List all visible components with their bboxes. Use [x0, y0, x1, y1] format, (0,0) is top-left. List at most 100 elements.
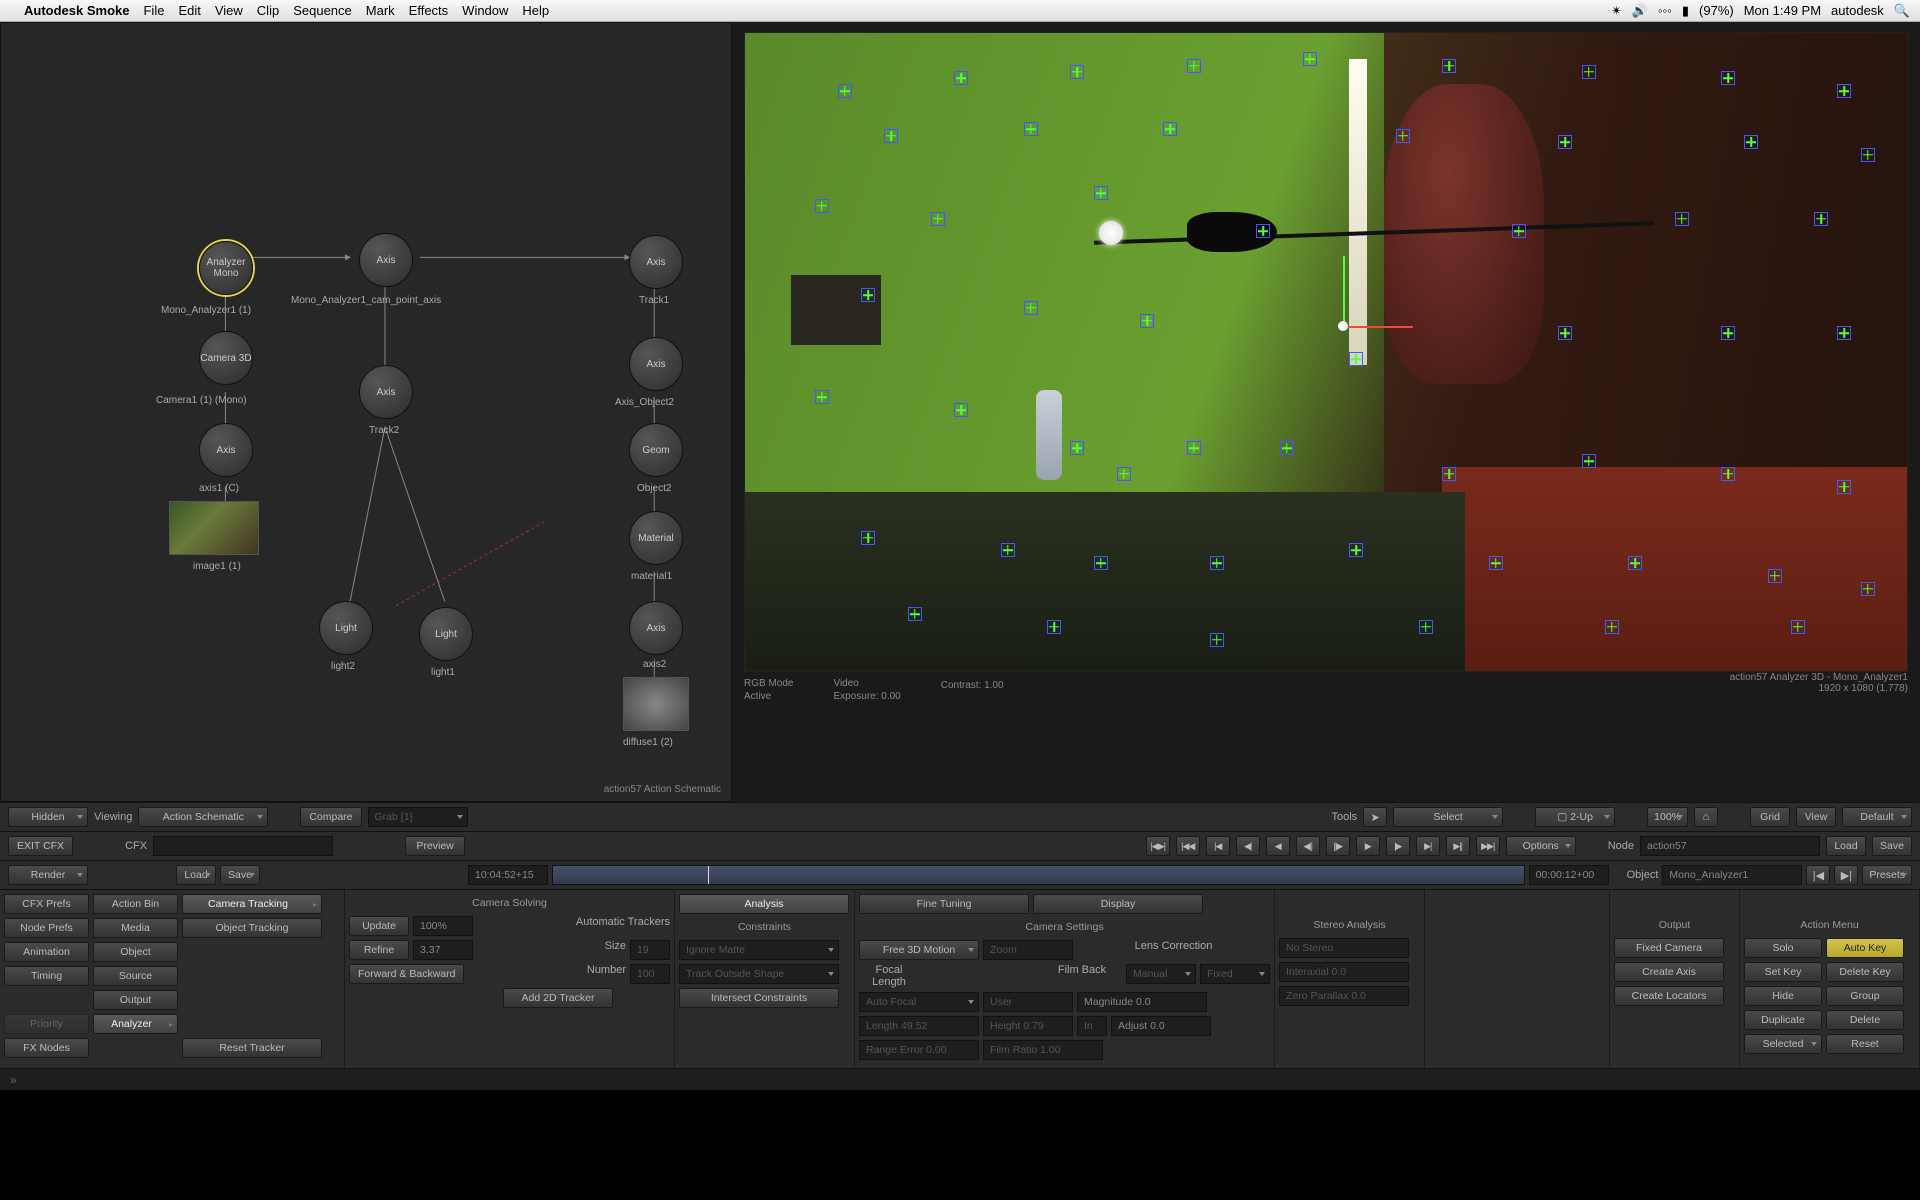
delete-key-button[interactable]: Delete Key	[1826, 962, 1904, 982]
tracker-marker[interactable]	[1675, 212, 1689, 226]
node-light[interactable]: Light	[419, 607, 473, 661]
next-object-icon[interactable]: ▶|	[1834, 865, 1858, 885]
tracker-marker[interactable]	[1140, 314, 1154, 328]
timecode-in[interactable]: 10:04:52+15	[468, 865, 548, 885]
node-axis[interactable]: Axis	[629, 235, 683, 289]
display-tab[interactable]: Display	[1033, 894, 1203, 914]
tab-output[interactable]: Output	[93, 990, 178, 1010]
action-schematic-panel[interactable]: Analyzer Mono Mono_Analyzer1 (1) Camera …	[0, 22, 732, 802]
menu-mark[interactable]: Mark	[366, 3, 395, 18]
reset-button[interactable]: Reset	[1826, 1034, 1904, 1054]
user-name[interactable]: autodesk	[1831, 3, 1884, 18]
tracker-marker[interactable]	[1349, 352, 1363, 366]
ignore-matte-dropdown[interactable]: Ignore Matte	[679, 940, 839, 960]
tracker-marker[interactable]	[1721, 467, 1735, 481]
exit-cfx-button[interactable]: EXIT CFX	[8, 836, 73, 856]
update-button[interactable]: Update	[349, 916, 409, 936]
tracker-marker[interactable]	[1070, 65, 1084, 79]
reset-tracker-button[interactable]: Reset Tracker	[182, 1038, 322, 1058]
number-field[interactable]: 100	[630, 964, 670, 984]
tools-select-dropdown[interactable]: Select	[1393, 807, 1503, 827]
tracker-marker[interactable]	[1837, 84, 1851, 98]
auto-focal-dropdown[interactable]: Auto Focal	[859, 992, 979, 1012]
tracker-marker[interactable]	[1047, 620, 1061, 634]
tab-timing[interactable]: Timing	[4, 966, 89, 986]
spotlight-icon[interactable]: 🔍	[1894, 3, 1910, 19]
tracker-marker[interactable]	[1721, 326, 1735, 340]
transport-prev-key-icon[interactable]: |◀	[1206, 836, 1230, 856]
menu-view[interactable]: View	[215, 3, 243, 18]
tracker-marker[interactable]	[1187, 59, 1201, 73]
view-button[interactable]: View	[1796, 807, 1836, 827]
tracker-marker[interactable]	[931, 212, 945, 226]
create-axis-button[interactable]: Create Axis	[1614, 962, 1724, 982]
height-field[interactable]: Height 0.79	[983, 1016, 1073, 1036]
node-axis[interactable]: Axis	[629, 337, 683, 391]
node-camera3d[interactable]: Camera 3D	[199, 331, 253, 385]
spotlight-alt-icon[interactable]: ✴	[1611, 3, 1622, 19]
volume-icon[interactable]: 🔊	[1632, 3, 1648, 19]
options-dropdown[interactable]: Options	[1506, 836, 1576, 856]
node-field[interactable]: action57	[1640, 836, 1820, 856]
intersect-constraints-button[interactable]: Intersect Constraints	[679, 988, 839, 1008]
wifi-icon[interactable]: ◦◦◦	[1658, 3, 1672, 18]
preview-button[interactable]: Preview	[405, 836, 465, 856]
fixed-dropdown[interactable]: Fixed	[1200, 964, 1270, 984]
viewing-dropdown[interactable]: Action Schematic	[138, 807, 268, 827]
menu-file[interactable]: File	[143, 3, 164, 18]
tracker-marker[interactable]	[1837, 326, 1851, 340]
tracker-marker[interactable]	[1187, 441, 1201, 455]
in-field[interactable]: In	[1077, 1016, 1107, 1036]
tab-action-bin[interactable]: Action Bin	[93, 894, 178, 914]
group-button[interactable]: Group	[1826, 986, 1904, 1006]
node-analyzer-mono[interactable]: Analyzer Mono	[199, 241, 253, 295]
grid-button[interactable]: Grid	[1750, 807, 1790, 827]
size-field[interactable]: 19	[630, 940, 670, 960]
transport-play-icon[interactable]: ▶	[1356, 836, 1380, 856]
selected-dropdown[interactable]: Selected	[1744, 1034, 1822, 1054]
refine-button[interactable]: Refine	[349, 940, 409, 960]
tracker-marker[interactable]	[1558, 135, 1572, 149]
node-axis[interactable]: Axis	[199, 423, 253, 477]
transport-loop-icon[interactable]: |◀▶|	[1146, 836, 1170, 856]
tracker-marker[interactable]	[908, 607, 922, 621]
motion-mode-dropdown[interactable]: Free 3D Motion	[859, 940, 979, 960]
delete-button[interactable]: Delete	[1826, 1010, 1904, 1030]
tab-media[interactable]: Media	[93, 918, 178, 938]
fixed-camera-button[interactable]: Fixed Camera	[1614, 938, 1724, 958]
node-diffuse-thumb[interactable]	[623, 677, 689, 731]
track-outside-dropdown[interactable]: Track Outside Shape	[679, 964, 839, 984]
tracker-marker[interactable]	[1837, 480, 1851, 494]
tracker-marker[interactable]	[1558, 326, 1572, 340]
analysis-tab[interactable]: Analysis	[679, 894, 849, 914]
node-light[interactable]: Light	[319, 601, 373, 655]
transport-step-fwd-icon[interactable]: |▶	[1386, 836, 1410, 856]
node-axis[interactable]: Axis	[359, 233, 413, 287]
tracker-marker[interactable]	[1210, 633, 1224, 647]
duplicate-button[interactable]: Duplicate	[1744, 1010, 1822, 1030]
transport-pause-icon[interactable]: ||▶	[1326, 836, 1350, 856]
timeline-cursor[interactable]	[708, 866, 709, 884]
tracker-marker[interactable]	[1024, 122, 1038, 136]
tracker-marker[interactable]	[1094, 556, 1108, 570]
tracker-marker[interactable]	[1094, 186, 1108, 200]
tab-cfx-prefs[interactable]: CFX Prefs	[4, 894, 89, 914]
tab-camera-tracking[interactable]: Camera Tracking	[182, 894, 322, 914]
tracker-marker[interactable]	[1070, 441, 1084, 455]
hide-button[interactable]: Hide	[1744, 986, 1822, 1006]
menu-edit[interactable]: Edit	[178, 3, 200, 18]
set-key-button[interactable]: Set Key	[1744, 962, 1822, 982]
adjust-field[interactable]: Adjust 0.0	[1111, 1016, 1211, 1036]
tab-object-tracking[interactable]: Object Tracking	[182, 918, 322, 938]
tracker-marker[interactable]	[884, 129, 898, 143]
tracker-marker[interactable]	[1721, 71, 1735, 85]
add-2d-tracker-button[interactable]: Add 2D Tracker	[503, 988, 613, 1008]
menu-effects[interactable]: Effects	[409, 3, 449, 18]
menu-clip[interactable]: Clip	[257, 3, 279, 18]
solo-button[interactable]: Solo	[1744, 938, 1822, 958]
tracker-marker[interactable]	[1163, 122, 1177, 136]
tracker-marker[interactable]	[954, 403, 968, 417]
viewport[interactable]	[744, 32, 1908, 672]
menu-sequence[interactable]: Sequence	[293, 3, 352, 18]
tracker-marker[interactable]	[1442, 59, 1456, 73]
